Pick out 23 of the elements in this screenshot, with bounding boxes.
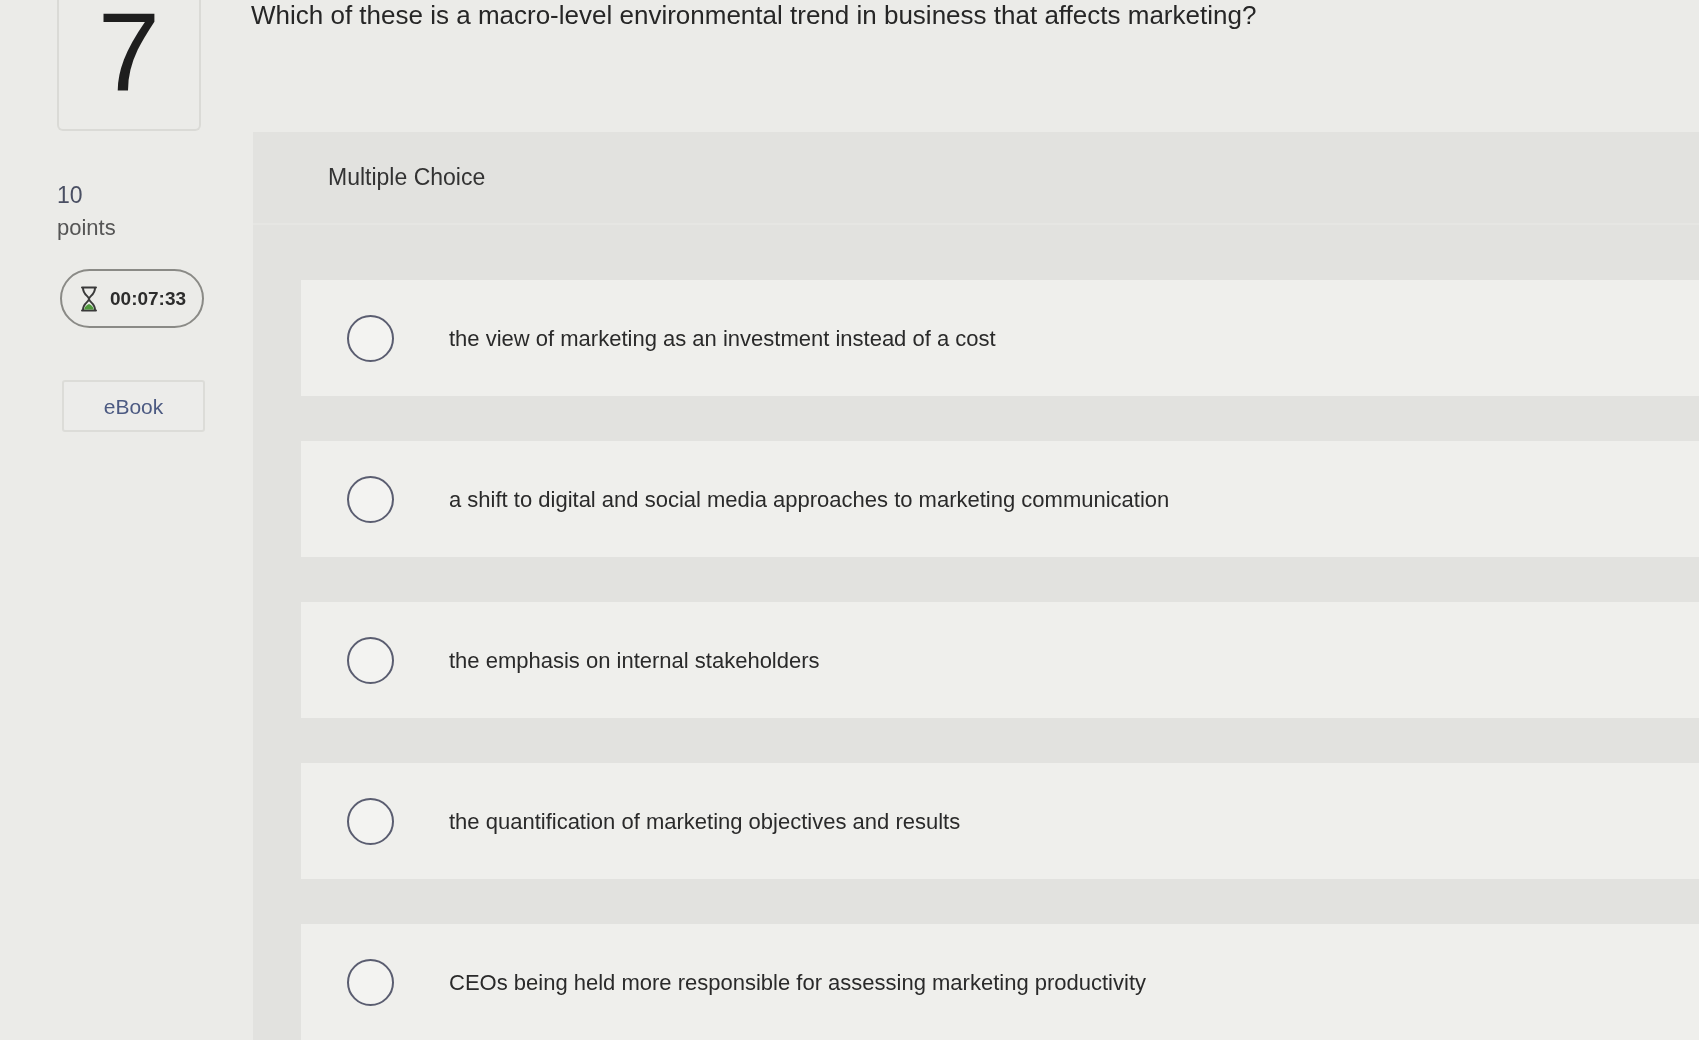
answer-option[interactable]: the view of marketing as an investment instead of a cost <box>301 280 1699 396</box>
answer-option[interactable]: the quantification of marketing objectives and results <box>301 763 1699 879</box>
panel-title: Multiple Choice <box>328 163 486 193</box>
hourglass-icon <box>80 285 98 312</box>
question-number: 7 <box>97 0 161 108</box>
timer-text: 00:07:33 <box>110 286 187 311</box>
radio-button[interactable] <box>347 314 394 362</box>
answer-option[interactable]: a shift to digital and social media approaches to marketing communication <box>301 441 1699 557</box>
radio-button[interactable] <box>347 797 394 845</box>
answer-option[interactable]: the emphasis on internal stakeholders <box>301 602 1699 718</box>
points-value: 10 <box>57 181 83 210</box>
option-text: the quantification of marketing objectives and results <box>449 807 961 836</box>
radio-button[interactable] <box>347 475 394 523</box>
option-text: CEOs being held more responsible for assessing marketing productivity <box>449 968 1146 997</box>
option-text: the view of marketing as an investment instead of a cost <box>449 324 996 353</box>
answer-option[interactable]: CEOs being held more responsible for assessing marketing productivity <box>301 924 1699 1040</box>
radio-button[interactable] <box>347 958 394 1006</box>
option-text: a shift to digital and social media approaches to marketing communication <box>449 485 1170 514</box>
points-label: points <box>57 213 116 242</box>
option-text: the emphasis on internal stakeholders <box>449 646 820 675</box>
question-text: Which of these is a macro-level environmental trend in business that affects marketing? <box>251 2 1257 28</box>
radio-button[interactable] <box>347 636 394 684</box>
ebook-button[interactable]: eBook <box>62 380 205 433</box>
